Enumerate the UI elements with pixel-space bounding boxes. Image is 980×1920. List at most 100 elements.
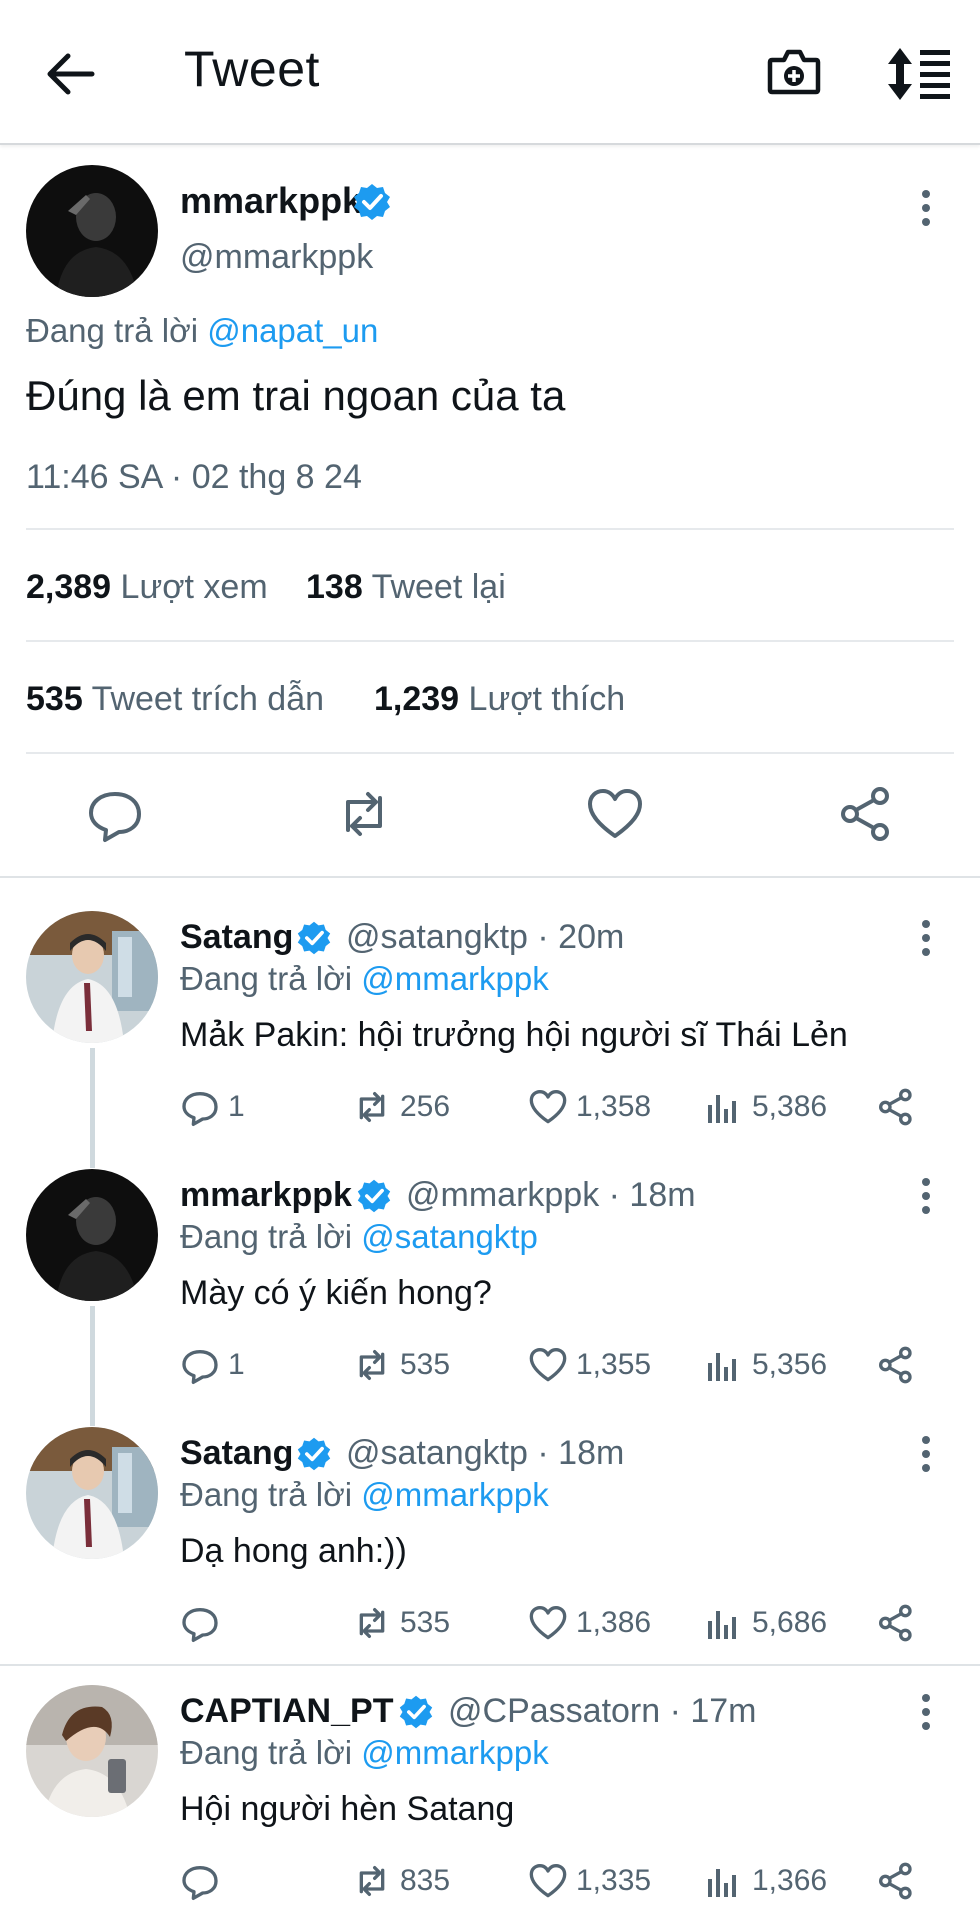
page-title: Tweet <box>184 41 320 97</box>
camera-plus-icon <box>767 49 821 95</box>
like-button[interactable] <box>585 784 645 844</box>
more-options-button[interactable] <box>911 1430 941 1478</box>
views-chart-icon <box>708 1611 736 1639</box>
like-button[interactable]: 1,335 <box>528 1861 651 1901</box>
author-name[interactable]: CAPTIAN_PT <box>180 1692 393 1731</box>
avatar[interactable] <box>26 165 158 297</box>
views-button[interactable]: 5,356 <box>704 1345 827 1385</box>
author-name[interactable]: mmarkppk <box>180 180 362 222</box>
sort-icon <box>888 48 950 100</box>
author-handle[interactable]: @satangktp · 20m <box>346 918 624 957</box>
reply-button[interactable] <box>180 1861 228 1901</box>
replying-to-link[interactable]: @mmarkppk <box>361 1734 549 1771</box>
reply-icon <box>182 1608 218 1642</box>
like-button[interactable]: 1,386 <box>528 1603 651 1643</box>
reply-icon <box>182 1866 218 1900</box>
reply-button[interactable] <box>180 1603 228 1643</box>
share-icon <box>879 1088 912 1126</box>
divider <box>0 1664 980 1666</box>
share-icon <box>879 1862 912 1900</box>
like-button[interactable]: 1,358 <box>528 1087 651 1127</box>
reply-button[interactable]: 1 <box>180 1345 245 1385</box>
more-options-button[interactable] <box>911 914 941 962</box>
reply-icon <box>89 792 141 842</box>
heart-icon <box>529 1606 567 1640</box>
share-button[interactable] <box>876 1603 924 1643</box>
replying-to-link[interactable]: @satangktp <box>361 1218 538 1255</box>
share-button[interactable] <box>836 784 896 844</box>
reply-button[interactable]: 1 <box>180 1087 245 1127</box>
share-button[interactable] <box>876 1861 924 1901</box>
heart-icon <box>529 1090 567 1124</box>
share-icon <box>841 787 889 841</box>
back-arrow-icon <box>47 53 95 95</box>
more-vertical-icon <box>922 1694 930 1730</box>
retweet-button[interactable]: 535 <box>352 1603 450 1643</box>
share-icon <box>879 1604 912 1642</box>
top-app-bar: Tweet <box>0 0 980 145</box>
tweet-text: Dạ hong anh:)) <box>180 1532 407 1570</box>
heart-icon <box>529 1348 567 1382</box>
author-name[interactable]: Satang <box>180 918 293 957</box>
retweet-button[interactable]: 535 <box>352 1345 450 1385</box>
avatar[interactable] <box>26 1169 158 1301</box>
like-button[interactable]: 1,355 <box>528 1345 651 1385</box>
author-handle[interactable]: @satangktp · 18m <box>346 1434 624 1473</box>
replying-to-link[interactable]: @mmarkppk <box>361 1476 549 1513</box>
author-name[interactable]: Satang <box>180 1434 293 1473</box>
retweet-icon <box>359 1866 385 1896</box>
replying-to-link[interactable]: @mmarkppk <box>361 960 549 997</box>
heart-icon <box>529 1864 567 1898</box>
views-button[interactable]: 5,686 <box>704 1603 827 1643</box>
tweet-text: Mả̉k Pakin: hội trưởng hội người sĩ Thái… <box>180 1016 848 1054</box>
sort-button[interactable] <box>884 44 956 104</box>
replying-to: Đang trả lời @mmarkppk <box>180 1734 549 1771</box>
likes-stat[interactable]: 1,239 Lượt thích <box>374 680 625 719</box>
author-handle[interactable]: @mmarkppk <box>180 238 373 277</box>
share-button[interactable] <box>876 1345 924 1385</box>
replying-to-link[interactable]: @napat_un <box>207 312 378 349</box>
more-vertical-icon <box>922 1436 930 1472</box>
avatar[interactable] <box>26 1685 158 1817</box>
replying-to: Đang trả lời @napat_un <box>26 312 379 349</box>
author-handle[interactable]: @mmarkppk · 18m <box>406 1176 696 1215</box>
back-button[interactable] <box>40 46 104 102</box>
camera-button[interactable] <box>764 42 824 102</box>
share-icon <box>879 1346 912 1384</box>
reply-button[interactable] <box>85 784 145 844</box>
tweet-text: Hội người hèn Satang <box>180 1790 515 1828</box>
tweet-text: Mày có ý kiến hong? <box>180 1274 492 1312</box>
author-handle[interactable]: @CPassatorn · 17m <box>448 1692 757 1731</box>
replying-to: Đang trả lời @satangktp <box>180 1218 538 1255</box>
share-button[interactable] <box>876 1087 924 1127</box>
more-options-button[interactable] <box>911 1688 941 1736</box>
verified-badge-icon <box>297 921 331 955</box>
verified-badge-icon <box>354 184 390 220</box>
views-chart-icon <box>708 1095 736 1123</box>
views-stat: 2,389 Lượt xem <box>26 568 268 606</box>
avatar[interactable] <box>26 1427 158 1559</box>
heart-icon <box>588 789 642 838</box>
replying-to: Đang trả lời @mmarkppk <box>180 960 549 997</box>
divider <box>26 528 954 530</box>
quotes-stat[interactable]: 535 Tweet trích dẫn <box>26 680 324 719</box>
retweet-icon <box>359 1350 385 1380</box>
retweet-icon <box>346 792 382 836</box>
divider <box>26 640 954 642</box>
author-name[interactable]: mmarkppk <box>180 1176 352 1215</box>
more-vertical-icon <box>922 1178 930 1214</box>
tweet-text: Đúng là em trai ngoan của ta <box>26 372 566 419</box>
verified-badge-icon <box>297 1437 331 1471</box>
views-button[interactable]: 1,366 <box>704 1861 827 1901</box>
more-vertical-icon <box>922 920 930 956</box>
retweet-button[interactable] <box>334 784 394 844</box>
more-options-button[interactable] <box>911 184 941 232</box>
avatar[interactable] <box>26 911 158 1043</box>
retweet-button[interactable]: 835 <box>352 1861 450 1901</box>
divider <box>0 876 980 878</box>
more-options-button[interactable] <box>911 1172 941 1220</box>
replying-to: Đang trả lời @mmarkppk <box>180 1476 549 1513</box>
retweet-button[interactable]: 256 <box>352 1087 450 1127</box>
views-button[interactable]: 5,386 <box>704 1087 827 1127</box>
retweets-stat[interactable]: 138 Tweet lại <box>306 568 506 607</box>
